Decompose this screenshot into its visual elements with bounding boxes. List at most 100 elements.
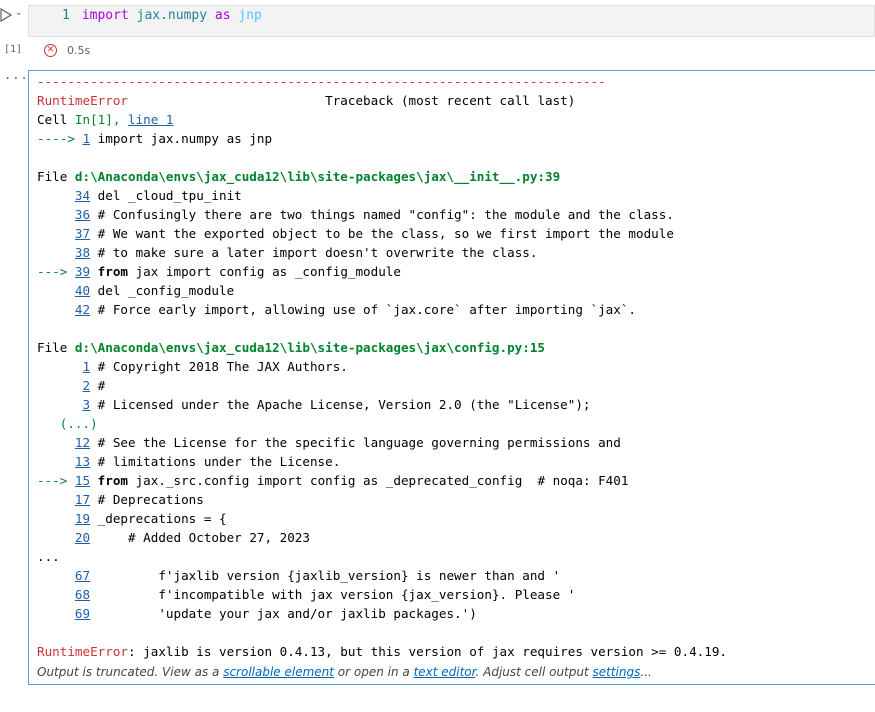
cell-line-link[interactable]: line 1	[128, 112, 174, 127]
keyword-import: import	[81, 8, 129, 23]
cell-status: ✕ 0.5s	[44, 42, 90, 58]
code-text: # See the License for the specific langu…	[90, 435, 621, 450]
traceback-header: Traceback (most recent call last)	[325, 93, 576, 108]
line-number-link[interactable]: 40	[75, 283, 90, 298]
line-prefix	[37, 454, 75, 469]
line-prefix	[37, 283, 75, 298]
line-prefix	[37, 530, 75, 545]
code-text: del _config_module	[90, 283, 235, 298]
code-text: del _cloud_tpu_init	[90, 188, 242, 203]
line-number-link[interactable]: 67	[75, 568, 90, 583]
code-text: jax._src.config import config as _deprec…	[128, 473, 629, 488]
chevron-down-icon[interactable]: ⌄	[15, 8, 23, 18]
cell-output: ----------------------------------------…	[28, 70, 875, 685]
file-prefix: File	[37, 169, 75, 184]
keyword-as: as	[214, 8, 231, 23]
exec-time: 0.5s	[67, 43, 91, 57]
footer-text: ...	[640, 665, 652, 679]
code-text: # We want the exported object to be the …	[90, 226, 674, 241]
file-path: d:\Anaconda\envs\jax_cuda12\lib\site-pac…	[74, 340, 546, 355]
code-text: # to make sure a later import doesn't ov…	[90, 245, 538, 260]
code-line[interactable]: 1 import jax.numpy as jnp	[62, 8, 262, 23]
line-number-link[interactable]: 36	[75, 207, 90, 222]
footer-text: Output is truncated. View as a	[37, 665, 224, 679]
line-prefix	[37, 568, 75, 583]
line-number-link[interactable]: 2	[83, 378, 91, 393]
line-number-link[interactable]: 19	[75, 511, 90, 526]
line-number-link[interactable]: 12	[75, 435, 90, 450]
code-text: #	[90, 378, 106, 393]
line-prefix	[37, 188, 75, 203]
line-prefix	[37, 245, 75, 260]
code-text: f'jaxlib version {jaxlib_version} is new…	[90, 568, 561, 583]
line-number-link[interactable]: 68	[75, 587, 90, 602]
truncation-footer: Output is truncated. View as a scrollabl…	[37, 665, 652, 679]
line-number-link[interactable]: 20	[75, 530, 90, 545]
code-text: # Deprecations	[90, 492, 204, 507]
settings-link[interactable]: settings	[593, 665, 641, 679]
line-number-link[interactable]: 37	[75, 226, 90, 241]
error-circle-icon: ✕	[44, 43, 57, 57]
footer-text: or open in a	[333, 665, 414, 679]
active-arrow: --->	[37, 264, 75, 279]
final-error-message: : jaxlib is version 0.4.13, but this ver…	[128, 644, 727, 659]
traceback-dashes: ----------------------------------------…	[37, 74, 606, 89]
line-number: 1	[62, 8, 70, 23]
code-keyword: from	[90, 473, 129, 488]
line-prefix	[37, 207, 75, 222]
error-type: RuntimeError	[37, 93, 128, 108]
footer-text: . Adjust cell output	[475, 665, 593, 679]
module-name: jax.numpy	[128, 8, 215, 23]
line-prefix	[37, 359, 83, 374]
line-number-link[interactable]: 42	[75, 302, 90, 317]
line-prefix	[37, 397, 83, 412]
line-prefix	[37, 378, 83, 393]
cell-sep: ,	[112, 112, 129, 127]
line-number-link[interactable]: 39	[75, 264, 90, 279]
cell-prefix: Cell	[37, 112, 75, 127]
alias-name: jnp	[230, 8, 262, 23]
scrollable-element-link[interactable]: scrollable element	[223, 665, 334, 679]
mid-ellipsis: ...	[37, 549, 60, 564]
code-text: # Added October 27, 2023	[90, 530, 310, 545]
line-number-link[interactable]: 17	[75, 492, 90, 507]
text-editor-link[interactable]: text editor	[414, 665, 476, 679]
code-text: # Force early import, allowing use of `j…	[90, 302, 637, 317]
line-prefix	[37, 606, 75, 621]
line-prefix	[37, 492, 75, 507]
code-text: # Copyright 2018 The JAX Authors.	[90, 359, 348, 374]
line-number-link[interactable]: 3	[83, 397, 91, 412]
code-text: import jax.numpy as jnp	[90, 131, 273, 146]
line-number-link[interactable]: 38	[75, 245, 90, 260]
line-number-link[interactable]: 34	[75, 188, 90, 203]
line-number-link[interactable]: 69	[75, 606, 90, 621]
run-cell-control[interactable]: ⌄	[0, 6, 26, 26]
line-prefix	[37, 226, 75, 241]
code-text: f'incompatible with jax version {jax_ver…	[90, 587, 576, 602]
file-path: d:\Anaconda\envs\jax_cuda12\lib\site-pac…	[74, 169, 561, 184]
line-number-link[interactable]: 1	[83, 359, 91, 374]
code-text: 'update your jax and/or jaxlib packages.…	[90, 606, 477, 621]
active-arrow: --->	[37, 473, 75, 488]
line-number-link[interactable]: 15	[75, 473, 90, 488]
final-error-type: RuntimeError	[37, 644, 128, 659]
file-prefix: File	[37, 340, 75, 355]
line-prefix	[37, 302, 75, 317]
line-number-link[interactable]: 13	[75, 454, 90, 469]
line-prefix	[37, 587, 75, 602]
code-text: jax import config as _config_module	[128, 264, 401, 279]
code-text: _deprecations = {	[90, 511, 227, 526]
line-prefix	[37, 511, 75, 526]
frame-ellipsis: (...)	[37, 416, 98, 431]
cell-ref: In[1]	[74, 112, 113, 127]
code-text: # Licensed under the Apache License, Ver…	[90, 397, 591, 412]
output-menu-dots[interactable]: ...	[4, 68, 29, 82]
code-text: # limitations under the License.	[90, 454, 341, 469]
execution-count: [1]	[4, 44, 23, 55]
line-number-link[interactable]: 1	[83, 131, 91, 146]
play-icon[interactable]	[0, 8, 12, 22]
active-arrow: ---->	[37, 131, 83, 146]
code-keyword: from	[90, 264, 129, 279]
traceback: ----------------------------------------…	[37, 72, 869, 661]
line-prefix	[37, 435, 75, 450]
